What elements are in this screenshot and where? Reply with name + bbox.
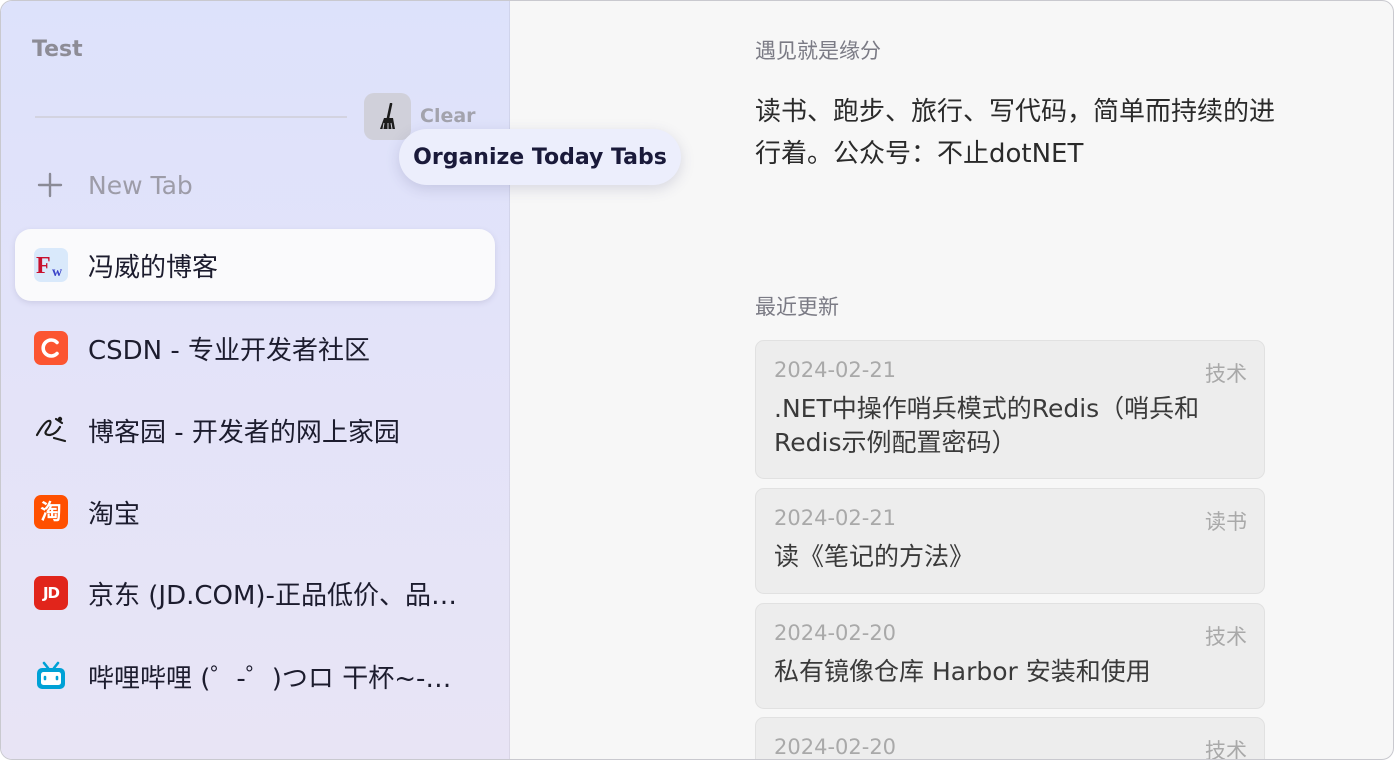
tab-item-jd[interactable]: JD 京东 (JD.COM)-正品低价、品质保障、配送及时、轻松购物！: [15, 557, 495, 629]
post-meta: 2024-02-21 读书: [774, 506, 1247, 534]
bilibili-favicon: [34, 659, 68, 693]
post-meta: 2024-02-21 技术: [774, 358, 1247, 386]
clean-tabs-button[interactable]: [364, 93, 411, 140]
csdn-favicon: [34, 331, 68, 365]
fengwei-favicon: F w: [34, 248, 68, 282]
post-tag: 读书: [1205, 510, 1247, 534]
post-card[interactable]: 2024-02-20 技术: [755, 717, 1265, 760]
post-card[interactable]: 2024-02-21 读书 读《笔记的方法》: [755, 488, 1265, 594]
tab-item-cnblogs[interactable]: 博客园 - 开发者的网上家园: [15, 394, 495, 466]
svg-text:w: w: [52, 265, 63, 280]
post-date: 2024-02-20: [774, 621, 897, 645]
post-title: 私有镜像仓库 Harbor 安装和使用: [774, 657, 1151, 686]
post-meta: 2024-02-20 技术: [774, 621, 1247, 649]
tab-item-fengwei[interactable]: F w 冯威的博客: [15, 229, 495, 301]
tab-title: 淘宝: [88, 499, 141, 530]
tab-item-csdn[interactable]: CSDN - 专业开发者社区: [15, 312, 495, 384]
tab-title: CSDN - 专业开发者社区: [88, 335, 371, 366]
post-tag: 技术: [1205, 739, 1247, 760]
post-date: 2024-02-21: [774, 358, 897, 382]
tab-title: 冯威的博客: [88, 252, 219, 283]
post-meta: 2024-02-20 技术: [774, 735, 1247, 760]
new-tab-label: New Tab: [88, 170, 193, 200]
taobao-favicon: 淘: [34, 495, 68, 529]
tab-title: 博客园 - 开发者的网上家园: [88, 417, 400, 448]
post-tag: 技术: [1205, 625, 1247, 649]
motto-text: 读书、跑步、旅行、写代码，简单而持续的进行着。公众号：不止dotNET: [755, 97, 1276, 169]
motto-title: 遇见就是缘分: [755, 39, 881, 63]
clear-button[interactable]: Clear: [420, 105, 476, 127]
space-title: Test: [32, 37, 83, 62]
cnblogs-favicon: [34, 413, 68, 447]
post-card[interactable]: 2024-02-21 技术 .NET中操作哨兵模式的Redis（哨兵和Redis…: [755, 340, 1265, 479]
post-date: 2024-02-20: [774, 735, 897, 759]
post-date: 2024-02-21: [774, 506, 897, 530]
tab-title: 京东 (JD.COM)-正品低价、品质保障、配送及时、轻松购物！: [88, 580, 458, 611]
sidebar-divider: [35, 116, 347, 118]
tab-title: 哔哩哔哩 (゜-゜)つロ 干杯~-bilibili: [88, 663, 458, 694]
post-card[interactable]: 2024-02-20 技术 私有镜像仓库 Harbor 安装和使用: [755, 603, 1265, 709]
recent-updates-title: 最近更新: [755, 295, 839, 319]
browser-window: Test Clear Organize Today Tabs New Tab F…: [0, 0, 1394, 760]
sidebar: Test Clear Organize Today Tabs New Tab F…: [1, 1, 681, 759]
new-tab-button[interactable]: New Tab: [35, 165, 193, 205]
jd-favicon: JD: [34, 576, 68, 610]
tab-item-taobao[interactable]: 淘 淘宝: [15, 476, 495, 548]
main-content: 遇见就是缘分 读书、跑步、旅行、写代码，简单而持续的进行着。公众号：不止dotN…: [511, 1, 1393, 759]
post-title: .NET中操作哨兵模式的Redis（哨兵和Redis示例配置密码）: [774, 394, 1200, 457]
post-title: 读《笔记的方法》: [774, 542, 975, 571]
plus-icon: [37, 172, 63, 198]
post-tag: 技术: [1205, 362, 1247, 386]
svg-text:F: F: [36, 253, 51, 279]
broom-icon: [379, 102, 395, 129]
tab-item-bilibili[interactable]: 哔哩哔哩 (゜-゜)つロ 干杯~-bilibili: [15, 640, 495, 712]
